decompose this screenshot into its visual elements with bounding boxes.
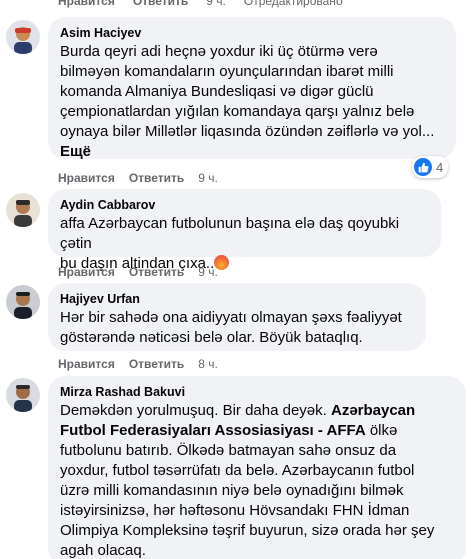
previous-comment-actions: Нравится Ответить 9 ч. Отредактировано <box>58 0 343 8</box>
comment-time[interactable]: 9 ч. <box>206 0 226 8</box>
comment-time[interactable]: 9 ч. <box>198 171 218 185</box>
avatar[interactable] <box>6 285 40 319</box>
edited-label: Отредактировано <box>243 0 343 8</box>
comment-time[interactable]: 9 ч. <box>198 265 218 279</box>
reaction-count: 4 <box>436 159 444 175</box>
comment-text: Deməkdən yorulmuşuq. Bir daha deyək. Azə… <box>60 402 435 559</box>
comment-actions: Нравится Ответить 8 ч. <box>58 357 218 371</box>
comment-bubble: Hajiyev Urfan Hər bir sahədə ona aidiyya… <box>48 283 426 351</box>
comment-author[interactable]: Hajiyev Urfan <box>60 291 414 308</box>
avatar[interactable] <box>6 193 40 227</box>
comment-bubble: Asim Haciyev Burda qeyri adi heçnə yoxdu… <box>48 17 456 162</box>
comment-bubble: Aydin Cabbarov affa Azərbaycan futbolunu… <box>48 189 441 272</box>
avatar[interactable] <box>6 20 40 54</box>
like-action[interactable]: Нравится <box>58 265 115 279</box>
comment-actions: Нравится Ответить 9 ч. <box>58 171 218 185</box>
comment-bubble: Mirza Rashad Bakuvi Deməkdən yorulmuşuq.… <box>48 376 466 559</box>
comment-author[interactable]: Asim Haciyev <box>60 25 444 42</box>
like-action[interactable]: Нравится <box>58 171 115 185</box>
like-action[interactable]: Нравится <box>58 0 115 8</box>
comment-author[interactable]: Aydin Cabbarov <box>60 197 429 214</box>
comment-actions: Нравится Ответить 9 ч. <box>58 265 218 279</box>
like-action[interactable]: Нравится <box>58 357 115 371</box>
comment-text: Burda qeyri adi heçnə yoxdur iki üç ötür… <box>60 43 435 140</box>
reply-action[interactable]: Ответить <box>129 265 184 279</box>
comment-time[interactable]: 8 ч. <box>198 357 218 371</box>
reply-action[interactable]: Ответить <box>133 0 188 8</box>
see-more-link[interactable]: Ещё <box>60 142 444 162</box>
like-icon <box>414 158 432 176</box>
reply-action[interactable]: Ответить <box>129 357 184 371</box>
reaction-badge[interactable]: 4 <box>412 156 449 178</box>
reply-action[interactable]: Ответить <box>129 171 184 185</box>
comment-author[interactable]: Mirza Rashad Bakuvi <box>60 384 454 401</box>
comment-text: Hər bir sahədə ona aidiyyatı olmayan şəx… <box>60 309 402 346</box>
avatar[interactable] <box>6 378 40 412</box>
